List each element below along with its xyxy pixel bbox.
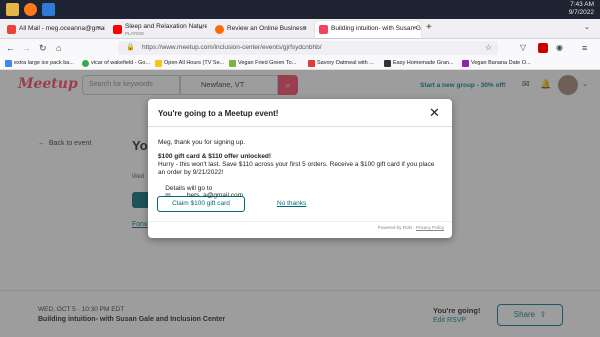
- close-icon[interactable]: ×: [303, 25, 307, 33]
- offer-body: Hurry - this won't last. Save $110 acros…: [158, 161, 435, 176]
- meetup-icon: [319, 25, 328, 34]
- browser-nav-bar: ← → ↻ ⌂ 🔒 https://www.meetup.com/inclusi…: [0, 39, 600, 57]
- details-prefix: Details will go to: [165, 185, 213, 192]
- url-bar[interactable]: 🔒 https://www.meetup.com/inclusion-cente…: [118, 41, 498, 55]
- tab-title: Building intuition- with Susan G: [331, 25, 421, 32]
- modal-footer: Powered by Rokt · Privacy Policy: [377, 225, 444, 230]
- close-icon[interactable]: ×: [97, 25, 101, 33]
- lock-icon: 🔒: [126, 44, 135, 51]
- bookmark-label: Easy Homemade Gran...: [393, 60, 454, 66]
- back-arrow-icon[interactable]: ←: [6, 42, 15, 54]
- close-icon[interactable]: ×: [199, 25, 203, 33]
- bookmark-item[interactable]: Open All Hours (TV Se...: [155, 59, 224, 68]
- bookmark-label: Open All Hours (TV Se...: [164, 60, 225, 66]
- folder-icon[interactable]: [6, 3, 19, 16]
- bookmark-label: Savory Oatmeal with ...: [317, 60, 374, 66]
- modal-footer-divider: [148, 221, 452, 222]
- photos-icon[interactable]: [42, 3, 55, 16]
- chevron-down-icon[interactable]: ⌄: [584, 23, 590, 31]
- tab-youtube[interactable]: Sleep and Relaxation Nature So PLAYING ×: [109, 21, 207, 38]
- home-icon[interactable]: ⌂: [56, 42, 61, 54]
- bookmark-item[interactable]: Savory Oatmeal with ...: [308, 59, 374, 68]
- tab-review[interactable]: Review an Online Business ×: [211, 21, 311, 38]
- bookmark-label: Vegan Fried Green To...: [238, 60, 297, 66]
- modal-title-divider: [148, 126, 452, 127]
- reload-icon[interactable]: ↻: [39, 42, 47, 54]
- bookmark-item[interactable]: Vegan Banana Date O...: [462, 59, 531, 68]
- privacy-policy-link[interactable]: Privacy Policy: [416, 225, 444, 230]
- browser-tab-bar: All Mail - meg.oceanna@gmail.c × Sleep a…: [0, 19, 600, 39]
- bookmark-favicon-icon: [229, 60, 236, 67]
- close-icon[interactable]: ✕: [429, 106, 440, 119]
- bookmark-item[interactable]: extra large ice pack ba...: [5, 59, 74, 68]
- offer-heading: $100 gift card & $110 offer unlocked!: [158, 153, 272, 160]
- bookmark-label: vicar of wakefield - Go...: [91, 60, 150, 66]
- bookmark-favicon-icon: [5, 60, 12, 67]
- tab-title: All Mail - meg.oceanna@gmail.c: [19, 25, 105, 32]
- no-thanks-link[interactable]: No thanks: [277, 200, 306, 207]
- extension-icon[interactable]: [538, 43, 548, 53]
- claim-gift-card-button[interactable]: Claim $100 gift card: [157, 196, 245, 212]
- bookmark-favicon-icon: [82, 60, 89, 67]
- youtube-icon: [113, 25, 122, 34]
- meetup-confirmation-modal: You're going to a Meetup event! ✕ Meg, t…: [148, 99, 452, 238]
- powered-by-label: Powered by: [377, 225, 402, 230]
- bookmark-label: extra large ice pack ba...: [14, 60, 74, 66]
- bookmarks-bar: extra large ice pack ba... vicar of wake…: [0, 57, 600, 70]
- os-taskbar: 7:43 AM 9/7/2022: [0, 0, 600, 19]
- star-icon[interactable]: ☆: [485, 41, 492, 55]
- bookmark-item[interactable]: vicar of wakefield - Go...: [82, 59, 150, 68]
- gmail-icon: [7, 25, 16, 34]
- forward-arrow-icon[interactable]: →: [22, 42, 31, 54]
- bookmark-item[interactable]: Easy Homemade Gran...: [384, 59, 454, 68]
- modal-title: You're going to a Meetup event!: [158, 109, 279, 118]
- clock-time: 7:43 AM: [570, 1, 594, 8]
- close-icon[interactable]: ×: [413, 25, 417, 33]
- firefox-icon[interactable]: [24, 3, 37, 16]
- bookmark-favicon-icon: [384, 60, 391, 67]
- review-site-icon: [215, 25, 224, 34]
- tab-title: Sleep and Relaxation Nature So: [125, 23, 207, 30]
- pocket-icon[interactable]: ▽: [520, 42, 526, 54]
- bookmark-favicon-icon: [308, 60, 315, 67]
- menu-icon[interactable]: ≡: [582, 42, 587, 54]
- bookmark-favicon-icon: [155, 60, 162, 67]
- account-icon[interactable]: ◉: [556, 42, 563, 54]
- tab-title: Review an Online Business: [227, 25, 307, 32]
- clock-date: 9/7/2022: [568, 9, 594, 16]
- new-tab-button[interactable]: +: [426, 22, 432, 33]
- taskbar-clock[interactable]: 7:43 AM 9/7/2022: [569, 1, 594, 17]
- tab-playing-label: PLAYING: [125, 31, 145, 36]
- rokt-link[interactable]: Rokt: [403, 225, 412, 230]
- bookmark-favicon-icon: [462, 60, 469, 67]
- modal-greeting: Meg, thank you for signing up.: [158, 139, 246, 146]
- url-text: https://www.meetup.com/inclusion-center/…: [142, 44, 322, 51]
- tab-meetup[interactable]: Building intuition- with Susan G ×: [315, 21, 421, 38]
- bookmark-item[interactable]: Vegan Fried Green To...: [229, 59, 296, 68]
- bookmark-label: Vegan Banana Date O...: [471, 60, 531, 66]
- tab-gmail[interactable]: All Mail - meg.oceanna@gmail.c ×: [3, 21, 105, 38]
